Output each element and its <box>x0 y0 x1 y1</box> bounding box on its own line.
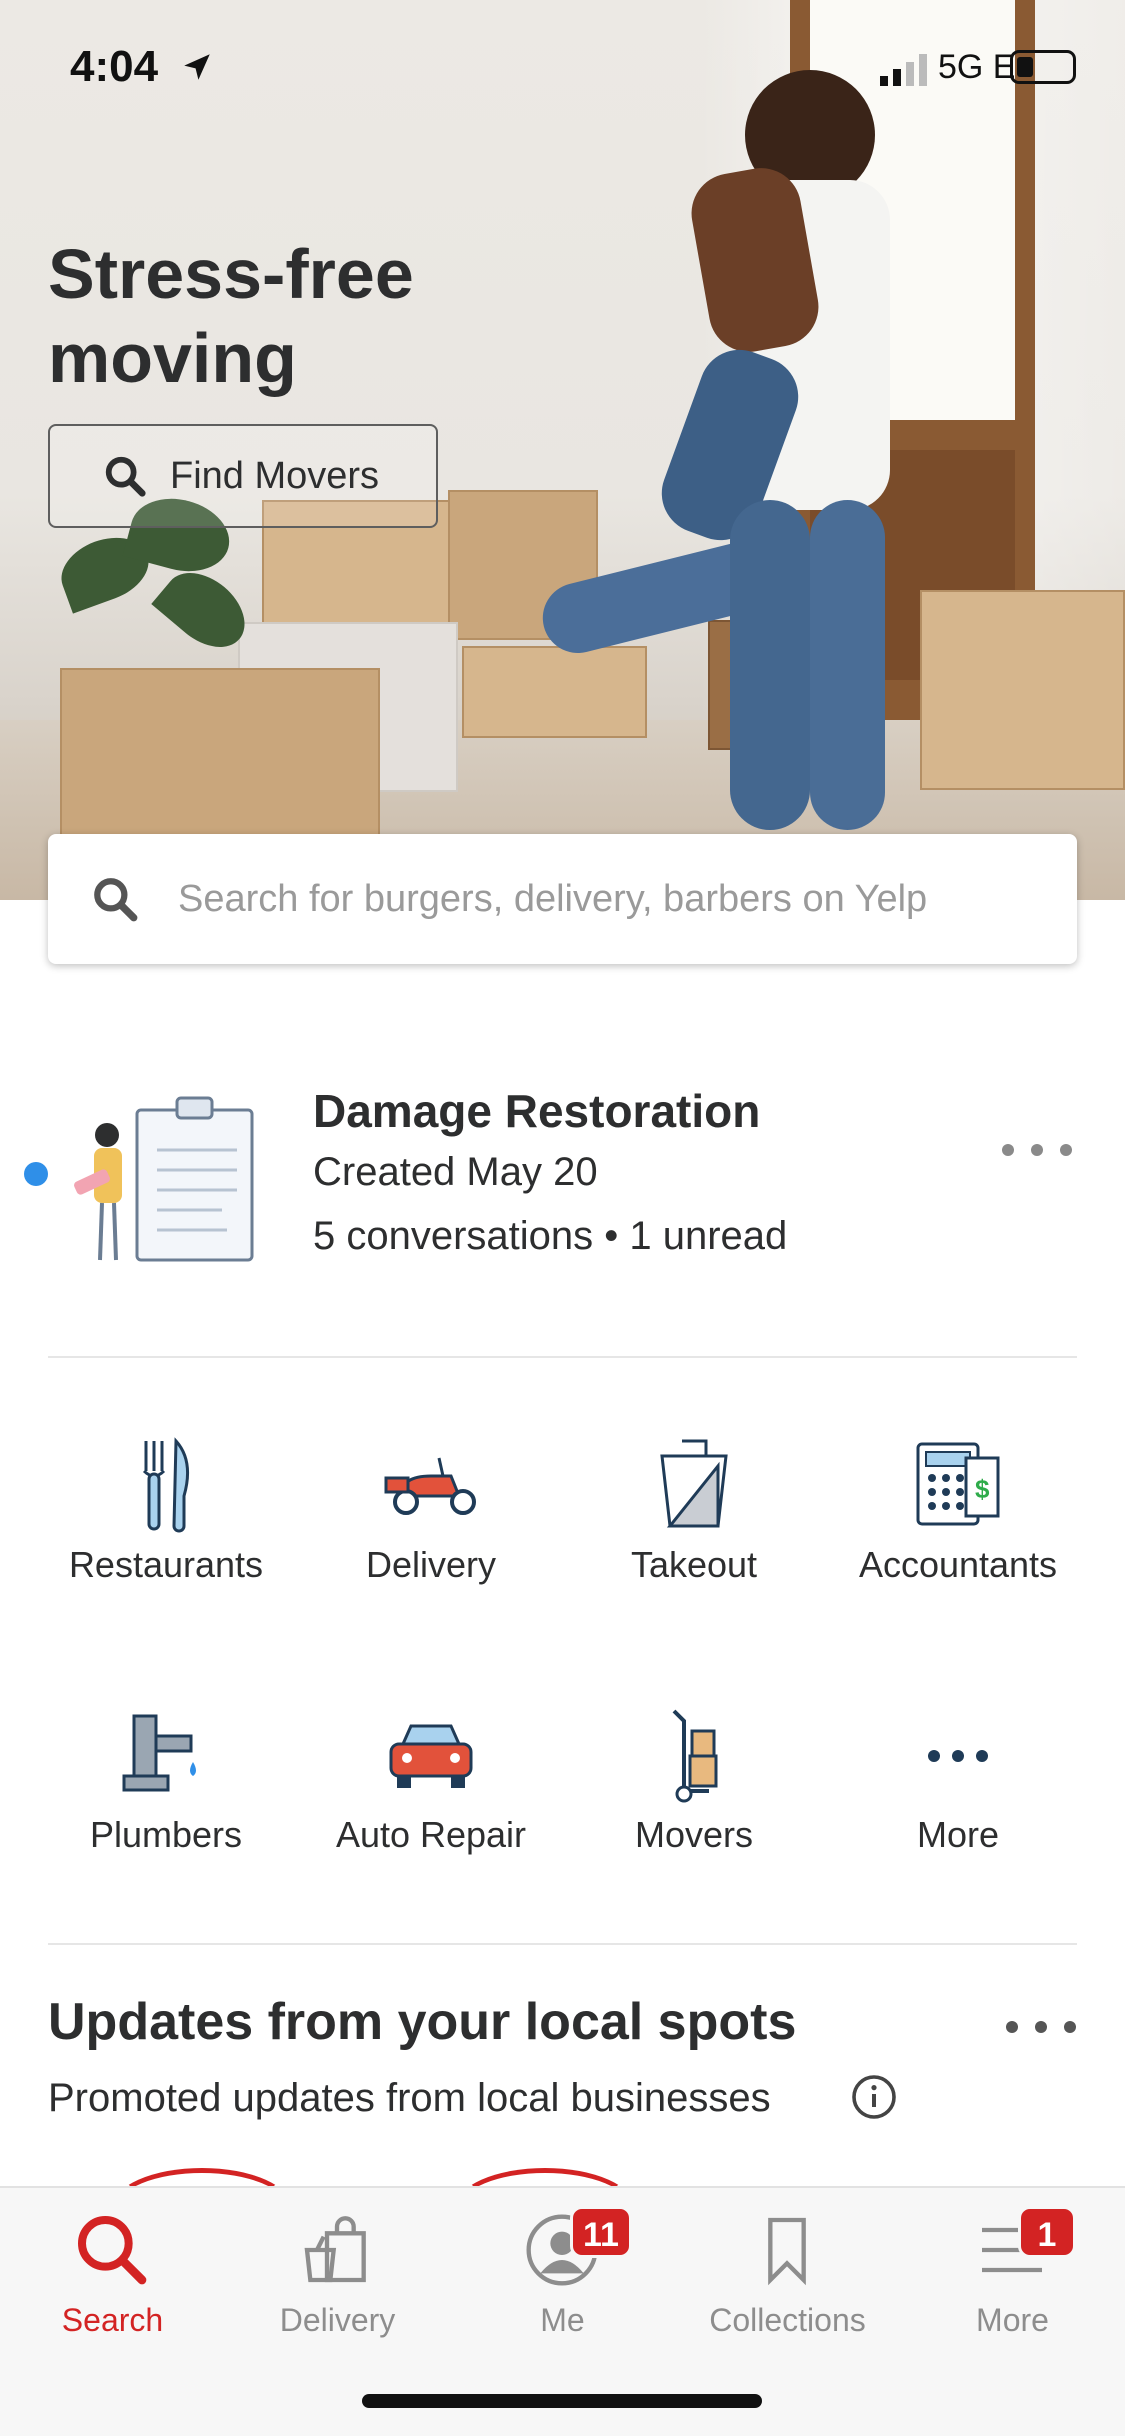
tab-more[interactable]: 1 More <box>900 2198 1125 2348</box>
category-movers[interactable]: Movers <box>563 1706 825 1906</box>
category-label: Plumbers <box>89 1814 243 1855</box>
updates-subtitle: Promoted updates from local businesses <box>48 2076 771 2120</box>
delivery-bag-icon <box>304 2216 366 2283</box>
search-input[interactable] <box>178 877 998 921</box>
category-label: Accountants <box>858 1544 1058 1585</box>
location-arrow-icon <box>184 54 210 80</box>
find-movers-button[interactable]: Find Movers <box>48 424 438 528</box>
tab-search[interactable]: Search <box>0 2198 225 2348</box>
notification-badge: 1 <box>1018 2206 1076 2258</box>
notification-badge: 11 <box>570 2206 632 2258</box>
battery-icon <box>1010 50 1076 84</box>
tab-label: Delivery <box>279 2302 396 2338</box>
cellular-signal-icon <box>880 54 927 86</box>
category-auto-repair[interactable]: Auto Repair <box>300 1706 562 1906</box>
info-icon[interactable] <box>850 2073 898 2121</box>
calculator-icon: $ <box>916 1442 1000 1526</box>
fork-knife-icon <box>142 1437 190 1533</box>
scooter-icon <box>384 1457 476 1515</box>
search-icon <box>105 456 146 497</box>
home-indicator <box>362 2394 762 2408</box>
category-delivery[interactable]: Delivery <box>300 1436 562 1636</box>
hero-banner[interactable]: 4:04 5G E Stress-free moving Find Movers <box>0 0 1125 900</box>
hero-title: Stress-free moving <box>48 235 414 397</box>
project-card[interactable]: Damage Restoration Created May 20 5 conv… <box>0 1070 1125 1300</box>
category-label: More <box>916 1814 1000 1855</box>
section-divider <box>48 1356 1077 1358</box>
takeout-box-icon <box>660 1439 728 1528</box>
faucet-icon <box>122 1714 196 1792</box>
tab-delivery[interactable]: Delivery <box>225 2198 450 2348</box>
category-plumbers[interactable]: Plumbers <box>35 1706 297 1906</box>
status-time: 4:04 <box>70 42 159 91</box>
search-icon <box>94 878 138 922</box>
tab-label: Me <box>540 2302 585 2338</box>
category-label: Delivery <box>365 1544 497 1585</box>
project-more-options-button[interactable] <box>1002 1130 1072 1170</box>
category-label: Restaurants <box>68 1544 264 1585</box>
category-label: Movers <box>634 1814 754 1855</box>
hero-box <box>920 590 1125 790</box>
status-bar: 4:04 5G E <box>0 40 1125 100</box>
category-label: Takeout <box>630 1544 758 1585</box>
project-title: Damage Restoration <box>313 1085 761 1137</box>
tab-label: Collections <box>709 2302 866 2338</box>
network-type: 5G E <box>938 48 1016 86</box>
bookmark-icon <box>768 2217 806 2286</box>
updates-more-options-button[interactable] <box>1006 2007 1076 2047</box>
project-conversations: 5 conversations • 1 unread <box>313 1214 788 1258</box>
hero-box <box>462 646 647 738</box>
tab-label: Search <box>61 2302 164 2338</box>
tab-me[interactable]: 11 Me <box>450 2198 675 2348</box>
updates-title: Updates from your local spots <box>48 1993 797 2051</box>
section-divider <box>48 1943 1077 1945</box>
category-restaurants[interactable]: Restaurants <box>35 1436 297 1636</box>
category-accountants[interactable]: $ Accountants <box>827 1436 1089 1636</box>
category-more[interactable]: More <box>827 1706 1089 1906</box>
svg-text:$: $ <box>975 1474 990 1504</box>
category-takeout[interactable]: Takeout <box>563 1436 825 1636</box>
search-icon <box>78 2216 147 2285</box>
project-created-date: Created May 20 <box>313 1150 598 1194</box>
tab-label: More <box>976 2302 1049 2338</box>
hero-person-leg <box>730 500 810 830</box>
tab-collections[interactable]: Collections <box>675 2198 900 2348</box>
find-movers-label: Find Movers <box>170 454 380 497</box>
unread-indicator <box>24 1162 48 1186</box>
hand-truck-icon <box>672 1709 718 1803</box>
more-dots-icon <box>928 1750 988 1762</box>
search-bar[interactable] <box>48 834 1077 964</box>
clipboard-illustration-icon <box>74 1096 254 1262</box>
car-icon <box>389 1724 473 1788</box>
hero-person-leg <box>810 500 885 830</box>
category-label: Auto Repair <box>335 1814 527 1855</box>
